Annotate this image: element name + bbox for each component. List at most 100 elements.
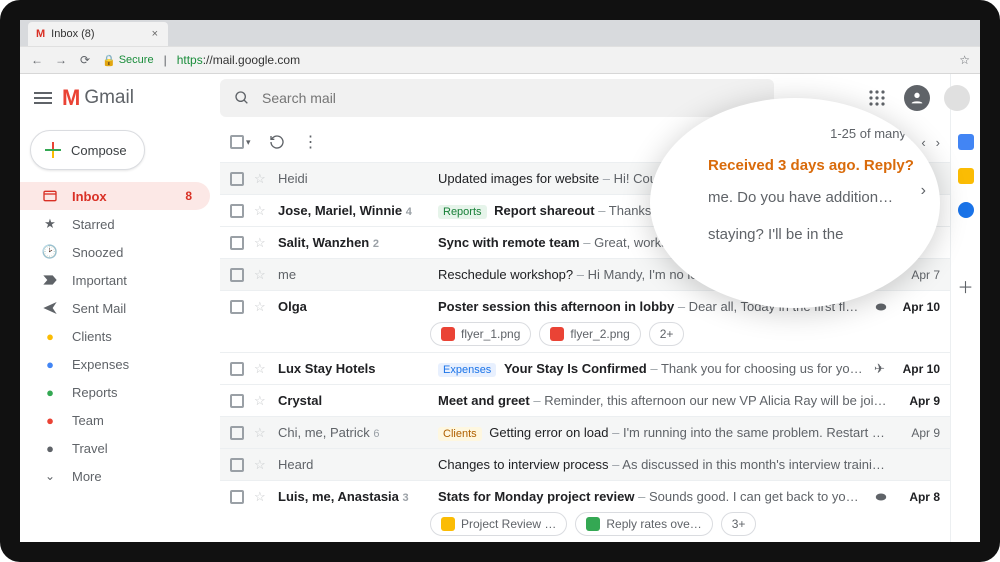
email-row[interactable]: ☆Chi, me, Patrick 6Clients Getting error…	[220, 416, 950, 448]
row-checkbox[interactable]	[230, 490, 244, 504]
gmail-logo[interactable]: M Gmail	[62, 85, 134, 111]
thread-count: 6	[373, 428, 379, 440]
row-checkbox[interactable]	[230, 300, 244, 314]
sidebar-item-more[interactable]: ⌄ More	[20, 462, 210, 490]
browser-tab-strip: M Inbox (8) ×	[20, 20, 980, 46]
star-icon[interactable]: ☆	[254, 267, 268, 283]
sidebar-item-expenses[interactable]: ●Expenses	[20, 350, 210, 378]
attachment-chip[interactable]: Project Review …	[430, 512, 567, 536]
email-row[interactable]: ☆HeardChanges to interview process – As …	[220, 448, 950, 480]
apps-grid-icon[interactable]	[864, 85, 890, 111]
url-display[interactable]: https://mail.google.com	[177, 53, 300, 67]
sidebar-item-snoozed[interactable]: 🕑Snoozed	[20, 238, 210, 266]
nudge-cta[interactable]: Received 3 days ago. Reply?	[708, 147, 918, 180]
attachment-chip[interactable]: flyer_1.png	[430, 322, 531, 346]
star-icon[interactable]: ☆	[254, 171, 268, 187]
thread-count: 2	[373, 238, 379, 250]
thread-count: 5	[387, 554, 393, 562]
sidebar-item-important[interactable]: Important	[20, 266, 210, 294]
sidebar-item-inbox[interactable]: Inbox8	[20, 182, 210, 210]
important-icon	[42, 274, 58, 286]
cal-icon: 🗓	[874, 551, 888, 562]
reload-icon[interactable]: ⟳	[78, 53, 92, 67]
email-body-preview: Stats for Monday project review – Sounds…	[438, 489, 864, 504]
forward-icon[interactable]: →	[54, 53, 68, 67]
next-page-icon[interactable]: ›	[936, 135, 940, 150]
star-icon[interactable]: ☆	[254, 425, 268, 441]
sidebar-item-label: More	[72, 469, 102, 484]
sidebar-item-team[interactable]: ●Team	[20, 406, 210, 434]
row-checkbox[interactable]	[230, 362, 244, 376]
keep-icon[interactable]	[958, 168, 974, 184]
attachment-more[interactable]: 3+	[721, 512, 757, 536]
sidebar-item-clients[interactable]: ●Clients	[20, 322, 210, 350]
plus-icon	[45, 142, 61, 158]
sidebar-item-reports[interactable]: ●Reports	[20, 378, 210, 406]
row-checkbox[interactable]	[230, 552, 244, 562]
sidebar: Compose Inbox8★Starred🕑Snoozed Important S…	[20, 74, 220, 562]
star-icon[interactable]: ☆	[254, 361, 268, 377]
more-icon[interactable]: ⋮	[303, 132, 319, 152]
row-checkbox[interactable]	[230, 458, 244, 472]
search-input[interactable]	[262, 90, 760, 106]
email-body-preview: Changes to interview process – As discus…	[438, 457, 888, 472]
chevron-right-icon[interactable]: ›	[921, 182, 926, 200]
browser-tab[interactable]: M Inbox (8) ×	[28, 22, 168, 46]
attachment-name: Reply rates ove…	[606, 517, 701, 531]
sidebar-badge: 8	[185, 189, 192, 203]
select-caret-icon[interactable]: ▾	[246, 137, 251, 148]
star-icon[interactable]: ☆	[254, 393, 268, 409]
close-icon[interactable]: ×	[152, 28, 158, 40]
email-date: Apr 9	[898, 426, 940, 440]
email-date: Apr 10	[898, 362, 940, 376]
email-row[interactable]: ☆CrystalMeet and greet – Reminder, this …	[220, 384, 950, 416]
team-icon: ●	[42, 413, 58, 428]
email-row[interactable]: ☆Lux Stay HotelsExpenses Your Stay Is Co…	[220, 352, 950, 384]
prev-page-icon[interactable]: ‹	[921, 135, 925, 150]
travel-icon: ●	[42, 441, 58, 456]
star-icon[interactable]: ☆	[254, 299, 268, 315]
add-addon-icon[interactable]: ＋	[957, 274, 973, 298]
category-label: Reports	[438, 205, 487, 219]
calendar-icon[interactable]	[958, 134, 974, 150]
sidebar-item-label: Travel	[72, 441, 108, 456]
sidebar-item-label: Important	[72, 273, 127, 288]
tasks-icon[interactable]	[958, 202, 974, 218]
more-icon: ⌄	[42, 469, 58, 483]
sidebar-item-starred[interactable]: ★Starred	[20, 210, 210, 238]
search-bar[interactable]	[220, 79, 774, 117]
refresh-icon[interactable]	[269, 134, 285, 150]
sidebar-item-travel[interactable]: ● Travel	[20, 434, 210, 462]
plane-icon: ✈	[874, 361, 888, 377]
search-icon	[234, 90, 250, 106]
attachment-name: flyer_2.png	[570, 327, 629, 341]
attachment-more[interactable]: 2+	[649, 322, 685, 346]
row-checkbox[interactable]	[230, 204, 244, 218]
row-checkbox[interactable]	[230, 236, 244, 250]
row-checkbox[interactable]	[230, 394, 244, 408]
star-icon[interactable]: ☆	[254, 235, 268, 251]
sender: John, Richard, me 5	[278, 551, 428, 562]
row-checkbox[interactable]	[230, 426, 244, 440]
star-icon[interactable]: ☆	[254, 203, 268, 219]
row-checkbox[interactable]	[230, 268, 244, 282]
sidebar-item-sent[interactable]: Sent Mail	[20, 294, 210, 322]
compose-button[interactable]: Compose	[30, 130, 145, 170]
email-row[interactable]: ☆Luis, me, Anastasia 3Stats for Monday p…	[220, 480, 950, 512]
row-checkbox[interactable]	[230, 172, 244, 186]
email-body-preview: Expenses Your Stay Is Confirmed – Thank …	[438, 361, 864, 377]
attachment-chip[interactable]: Reply rates ove…	[575, 512, 712, 536]
email-body-preview: Review RFP – Excellent. Looking forward …	[438, 551, 864, 562]
attachment-chip[interactable]: flyer_2.png	[539, 322, 640, 346]
email-row[interactable]: ☆ John, Richard, me 5 Review RFP – Excelle…	[220, 542, 950, 562]
back-icon[interactable]: ←	[30, 53, 44, 67]
star-icon[interactable]: ☆	[254, 489, 268, 505]
bookmark-star-icon[interactable]: ☆	[959, 53, 970, 67]
sender: Crystal	[278, 393, 428, 408]
menu-icon[interactable]	[34, 92, 52, 104]
account-icon[interactable]	[904, 85, 930, 111]
star-icon[interactable]: ☆	[254, 551, 268, 562]
avatar[interactable]	[944, 85, 970, 111]
select-all-checkbox[interactable]	[230, 135, 244, 149]
star-icon[interactable]: ☆	[254, 457, 268, 473]
